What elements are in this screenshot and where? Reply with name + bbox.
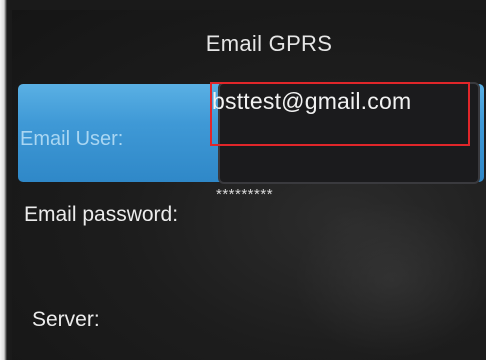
screen-glare [292,200,486,360]
screen-title: Email GPRS [205,31,333,56]
email-password-label: Email password: [24,203,179,226]
selection-outline [210,82,470,146]
email-password-field[interactable]: ********* [216,186,273,203]
email-user-label: Email User: [20,128,124,150]
server-label: Server: [32,308,100,331]
title-bar: Email GPRS [12,10,486,78]
device-screen: Email GPRS Email User: bsttest@gmail.com… [12,10,486,360]
